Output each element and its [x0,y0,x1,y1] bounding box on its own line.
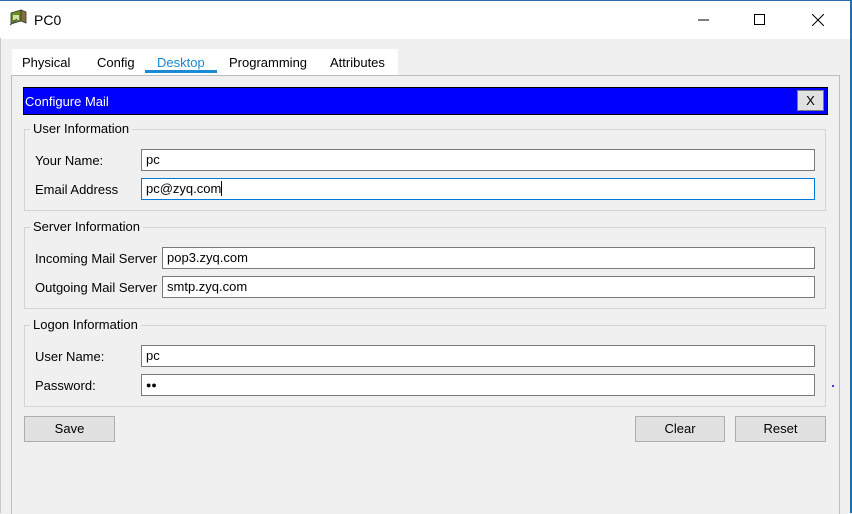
group-title: User Information [30,121,133,136]
pc-app-icon [9,9,29,27]
password-label: Password: [35,378,96,393]
user-name-label: User Name: [35,349,105,364]
maximize-button[interactable] [738,1,784,39]
maximize-icon [754,14,765,25]
tab-physical[interactable]: Physical [22,55,70,70]
your-name-field[interactable]: pc [141,149,815,171]
email-address-value: pc@zyq.com [146,181,222,196]
window-title: PC0 [34,12,62,28]
window-edge-left [0,38,1,513]
user-name-field[interactable]: pc [141,345,815,367]
tab-programming[interactable]: Programming [229,55,307,70]
tab-desktop[interactable]: Desktop [157,55,205,70]
your-name-label: Your Name: [35,153,104,168]
your-name-value: pc [146,152,160,167]
tab-config[interactable]: Config [97,55,135,70]
user-name-value: pc [146,348,160,363]
email-address-label: Email Address [35,182,119,197]
window-titlebar: PC0 [0,0,852,39]
clear-button[interactable]: Clear [635,416,725,442]
tab-bar: Physical Config Desktop Programming Attr… [12,49,398,75]
save-button[interactable]: Save [24,416,115,442]
minimize-icon [698,19,709,21]
group-title: Logon Information [30,317,141,332]
group-title: Server Information [30,219,143,234]
dialog-header: Configure Mail X [23,87,828,115]
incoming-server-value: pop3.zyq.com [167,250,248,265]
password-field[interactable]: ●● [141,374,815,396]
text-caret [221,181,223,196]
dialog-close-button[interactable]: X [797,90,824,111]
outgoing-server-field[interactable]: smtp.zyq.com [162,276,815,298]
outgoing-server-value: smtp.zyq.com [167,279,248,294]
reset-button[interactable]: Reset [735,416,826,442]
close-icon [812,14,824,26]
dialog-title: Configure Mail [25,94,109,109]
close-button[interactable] [796,1,842,39]
stray-dot [832,385,834,387]
minimize-button[interactable] [682,1,728,39]
password-value: ●● [146,380,157,390]
active-tab-indicator [145,70,217,73]
outgoing-server-label: Outgoing Mail Server [35,280,158,295]
email-address-field[interactable]: pc@zyq.com [141,178,815,200]
tab-attributes[interactable]: Attributes [330,55,385,70]
incoming-server-field[interactable]: pop3.zyq.com [162,247,815,269]
incoming-server-label: Incoming Mail Server [35,251,158,266]
